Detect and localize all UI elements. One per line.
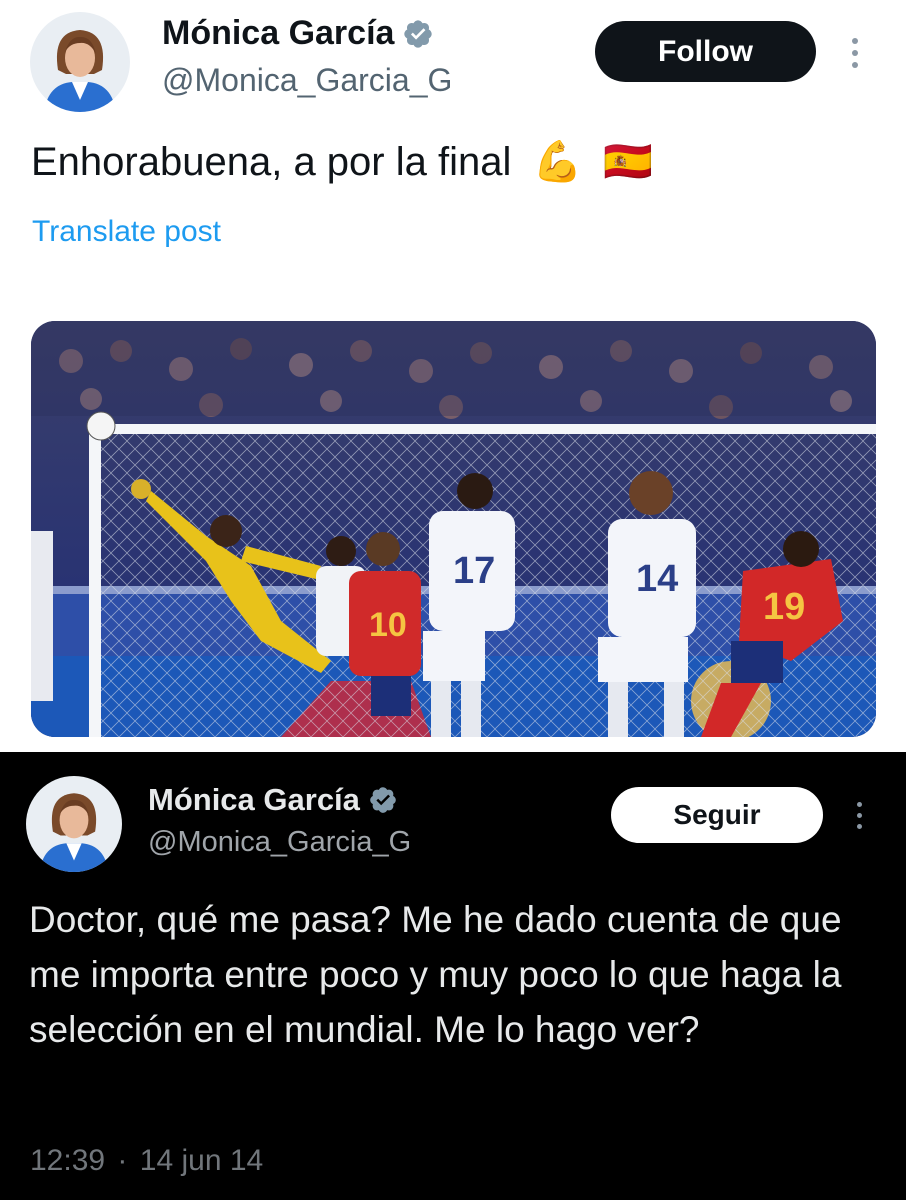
tweet-time: 12:39 <box>30 1144 106 1177</box>
football-photo: 10 17 14 19 <box>31 321 876 737</box>
meta-separator: · <box>117 1144 128 1177</box>
tweet-text: Enhorabuena, a por la final 💪 🇪🇸 <box>31 138 653 185</box>
avatar-photo <box>26 776 122 872</box>
seguir-button[interactable]: Seguir <box>611 787 823 843</box>
avatar[interactable] <box>30 12 130 112</box>
author-name-text: Mónica García <box>148 782 360 817</box>
more-options-icon[interactable] <box>848 38 862 68</box>
jersey-number-10: 10 <box>369 606 407 644</box>
verified-badge-icon <box>368 785 398 815</box>
author-handle[interactable]: @Monica_Garcia_G <box>162 62 452 99</box>
tweet-timestamp[interactable]: 12:39 · 14 jun 14 <box>30 1144 263 1178</box>
tweet-date: 14 jun 14 <box>139 1144 264 1177</box>
jersey-number-14: 14 <box>636 558 678 600</box>
tweet-media-image[interactable]: 10 17 14 19 <box>31 321 876 737</box>
tweet-text: Doctor, qué me pasa? Me he dado cuenta d… <box>29 899 842 1050</box>
follow-button[interactable]: Follow <box>595 21 816 82</box>
jersey-number-17: 17 <box>453 550 495 592</box>
more-options-icon[interactable] <box>853 802 865 829</box>
author-name[interactable]: Mónica García <box>162 14 434 53</box>
avatar[interactable] <box>26 776 122 872</box>
flexed-biceps-emoji: 💪 <box>532 140 583 184</box>
tweet-top: Mónica García @Monica_Garcia_G Follow En… <box>0 0 906 752</box>
tweet-bottom: Mónica García @Monica_Garcia_G Seguir Do… <box>0 752 906 1200</box>
spain-flag-emoji: 🇪🇸 <box>603 140 654 184</box>
author-name-text: Mónica García <box>162 14 395 52</box>
verified-badge-icon <box>402 18 434 50</box>
author-handle[interactable]: @Monica_Garcia_G <box>148 826 411 859</box>
author-name[interactable]: Mónica García <box>148 782 398 818</box>
tweet-text-body: Enhorabuena, a por la final <box>31 140 512 184</box>
translate-post-link[interactable]: Translate post <box>32 215 221 249</box>
jersey-number-19: 19 <box>763 586 805 628</box>
avatar-photo <box>30 12 130 112</box>
